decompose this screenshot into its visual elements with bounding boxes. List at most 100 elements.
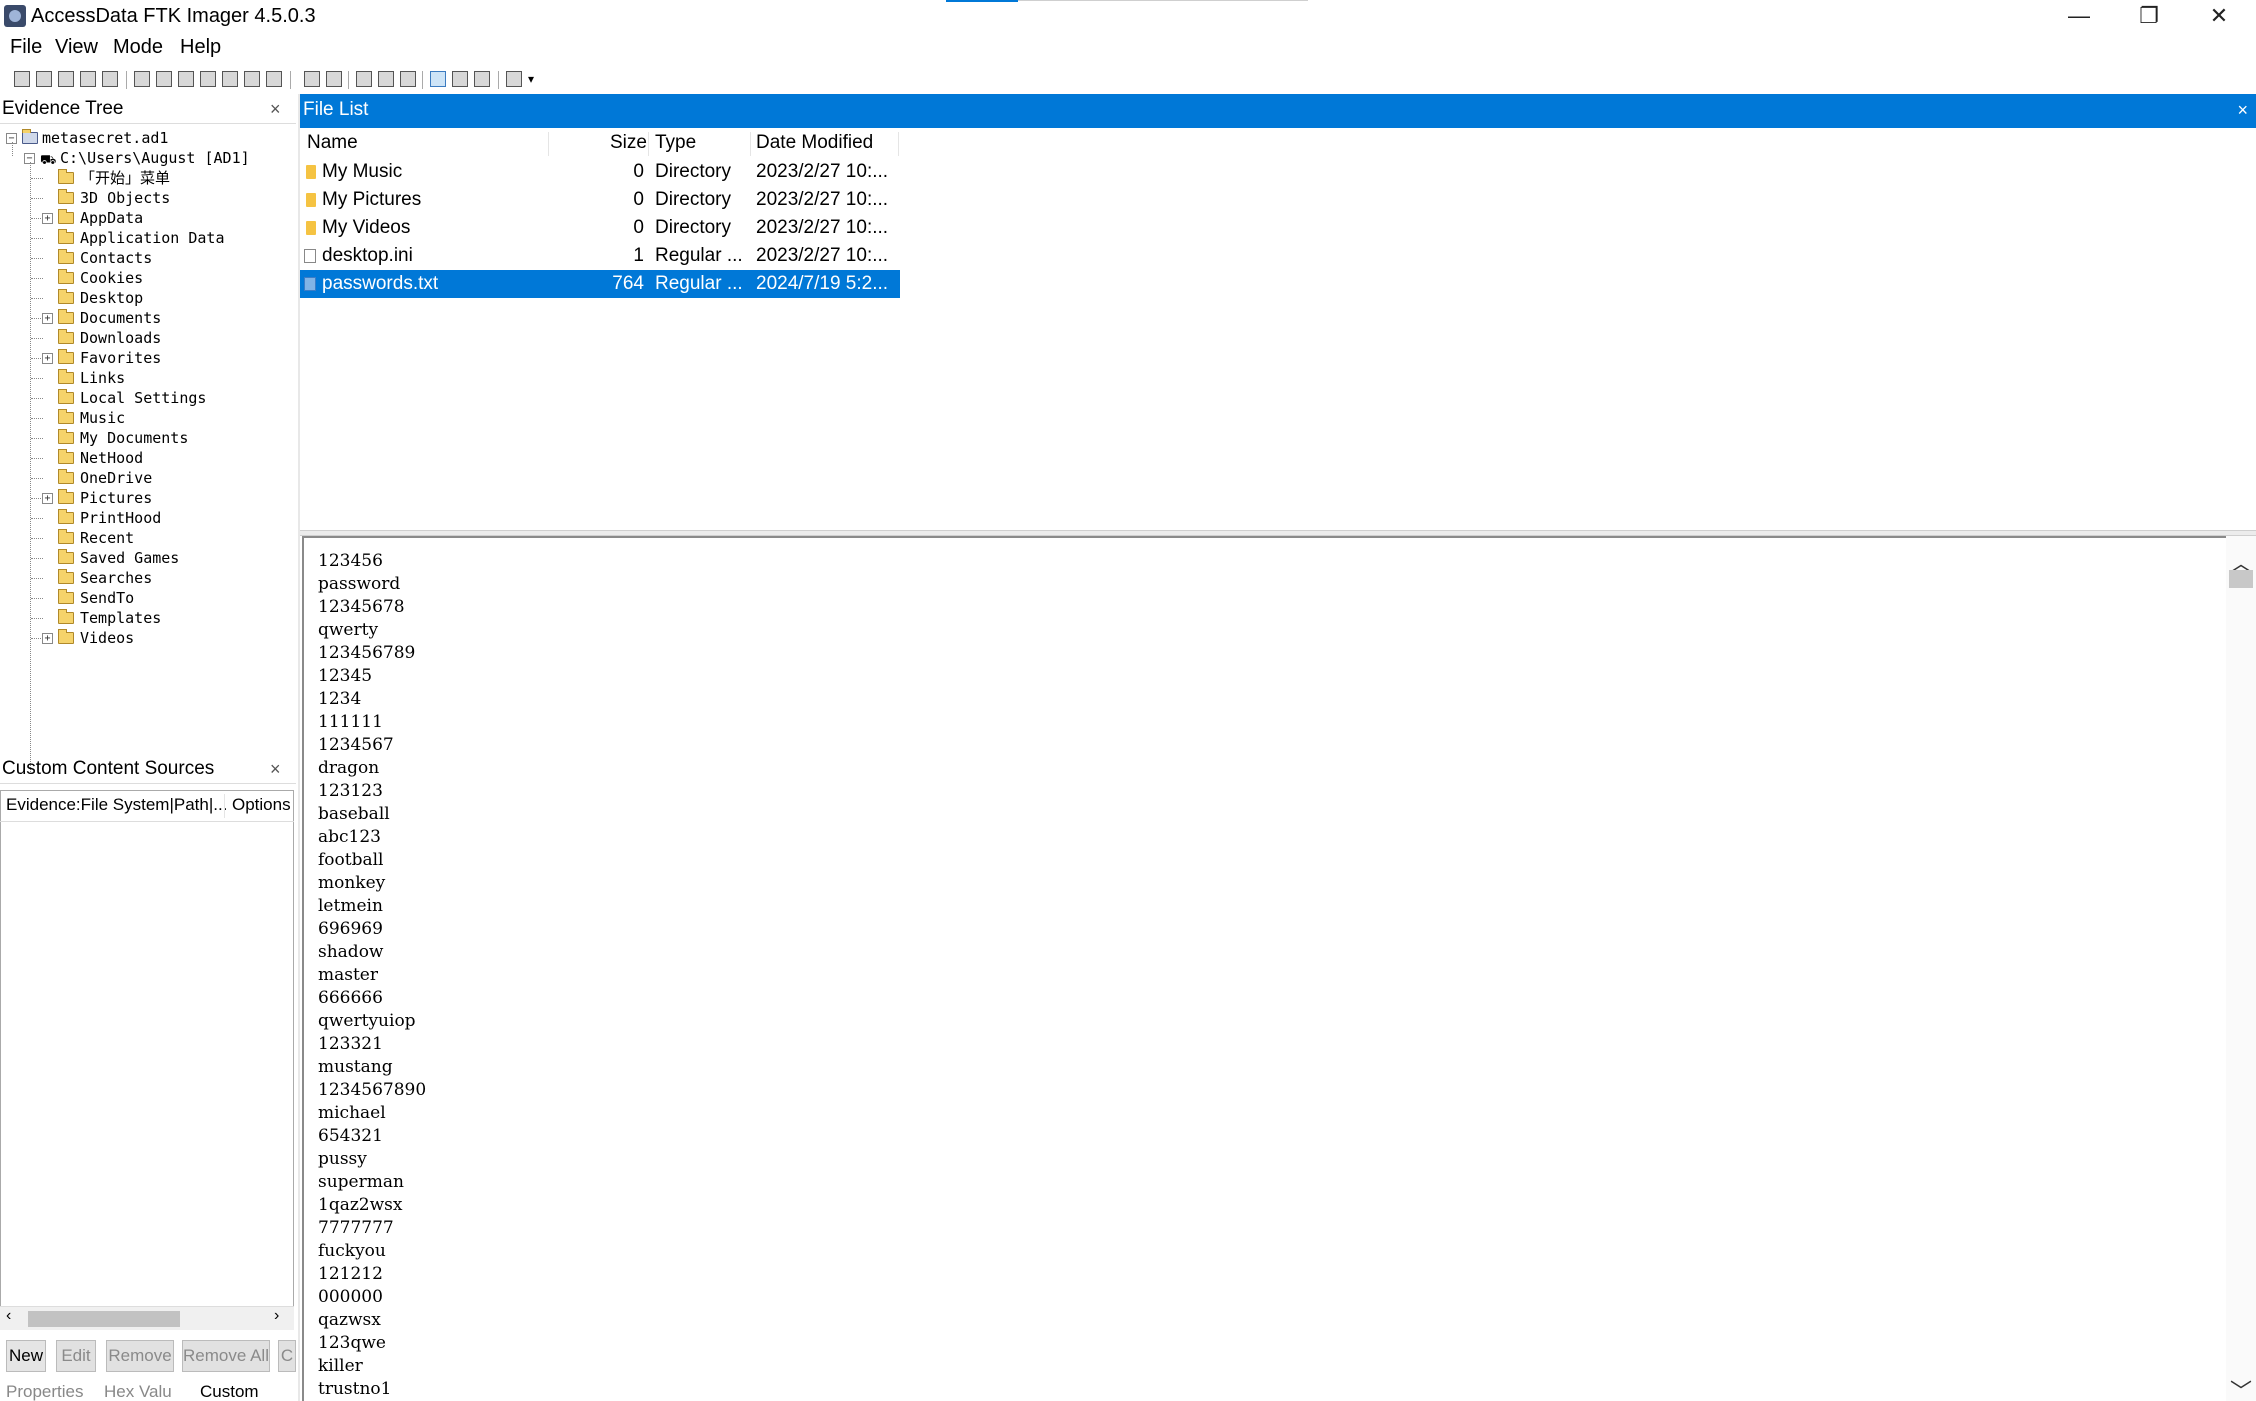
tree-item[interactable]: Desktop [0, 288, 296, 308]
tree-item[interactable]: My Documents [0, 428, 296, 448]
menu-help[interactable]: Help [180, 36, 221, 59]
tree-item[interactable]: + Documents [0, 308, 296, 328]
tree-item[interactable]: Local Settings [0, 388, 296, 408]
memory-capture-icon[interactable] [266, 71, 282, 87]
scroll-thumb[interactable] [28, 1311, 180, 1327]
tree-item[interactable]: + AppData [0, 208, 296, 228]
new-button[interactable]: New [6, 1340, 46, 1372]
tree-item[interactable]: Cookies [0, 268, 296, 288]
create-disk-image-icon[interactable] [134, 71, 150, 87]
tree-item[interactable]: 3D Objects [0, 188, 296, 208]
bottom-tabs: Properties Hex Valu Custom [0, 1380, 296, 1401]
tree-item[interactable]: Templates [0, 608, 296, 628]
remove-button[interactable]: Remove [106, 1340, 174, 1372]
tree-item[interactable]: Downloads [0, 328, 296, 348]
scroll-down-icon[interactable]: ﹀ [2230, 1374, 2252, 1401]
tree-item[interactable]: PrintHood [0, 508, 296, 528]
scroll-thumb[interactable] [2229, 570, 2253, 588]
file-row[interactable]: My Videos 0 Directory 2023/2/27 10:... [300, 214, 900, 242]
folder-icon [58, 389, 74, 404]
add-all-evidence-icon[interactable] [36, 71, 52, 87]
menu-view[interactable]: View [55, 36, 98, 59]
col-options[interactable]: Options [232, 795, 291, 815]
restore-button[interactable]: ❐ [2114, 0, 2184, 34]
col-name[interactable]: Name [307, 132, 358, 154]
tree-connector [31, 178, 43, 179]
tree-item[interactable]: OneDrive [0, 468, 296, 488]
file-row[interactable]: desktop.ini 1 Regular ... 2023/2/27 10:... [300, 242, 900, 270]
tree-item[interactable]: Music [0, 408, 296, 428]
create-custom-image-icon[interactable] [222, 71, 238, 87]
file-row[interactable]: My Music 0 Directory 2023/2/27 10:... [300, 158, 900, 186]
close-button[interactable]: ✕ [2184, 0, 2254, 34]
toggle-view-icon[interactable] [430, 71, 446, 87]
expand-icon[interactable]: + [42, 633, 53, 644]
tree-item-label: NetHood [80, 449, 144, 467]
text-line: 7777777 [318, 1218, 394, 1238]
tab-hex-value[interactable]: Hex Valu [104, 1382, 172, 1401]
tree-item[interactable]: SendTo [0, 588, 296, 608]
edit-button[interactable]: Edit [56, 1340, 96, 1372]
tree-node-path[interactable]: − ⛟ C:\Users\August [AD1] [0, 148, 296, 168]
chevron-down-icon[interactable]: ▾ [528, 72, 534, 86]
export-files-icon[interactable] [304, 71, 320, 87]
export-logical-image-icon[interactable] [178, 71, 194, 87]
viewer-vscroll[interactable]: ︿ ﹀ [2226, 536, 2256, 1401]
tree-item[interactable]: + Videos [0, 628, 296, 648]
col-date[interactable]: Date Modified [756, 132, 873, 154]
evidence-tree-close-icon[interactable]: × [270, 99, 281, 120]
tree-item[interactable]: Links [0, 368, 296, 388]
remove-all-evidence-icon[interactable] [102, 71, 118, 87]
tab-custom[interactable]: Custom [200, 1382, 259, 1401]
scroll-left-icon[interactable]: ‹ [6, 1307, 11, 1325]
scroll-right-icon[interactable]: › [274, 1307, 279, 1325]
folder-icon [306, 193, 316, 207]
expand-icon[interactable]: + [42, 353, 53, 364]
col-type[interactable]: Type [655, 132, 696, 154]
tree-item[interactable]: 「开始」菜单 [0, 168, 296, 188]
tree-node-root[interactable]: − metasecret.ad1 [0, 128, 296, 148]
add-to-custom-content-icon[interactable] [200, 71, 216, 87]
text-view-icon[interactable] [474, 71, 490, 87]
remove-all-button[interactable]: Remove All [182, 1340, 270, 1372]
custom-sources-hscroll[interactable]: ‹ › [0, 1306, 294, 1330]
image-mounting-icon[interactable] [58, 71, 74, 87]
help-icon[interactable] [506, 71, 522, 87]
file-row[interactable]: passwords.txt 764 Regular ... 2024/7/19 5:2… [300, 270, 900, 298]
decrypt-icon[interactable] [244, 71, 260, 87]
col-size[interactable]: Size [610, 132, 647, 154]
tree-item[interactable]: Recent [0, 528, 296, 548]
tree-item[interactable]: Searches [0, 568, 296, 588]
tree-item[interactable]: Application Data [0, 228, 296, 248]
view-text-icon[interactable] [378, 71, 394, 87]
export-disk-image-icon[interactable] [156, 71, 172, 87]
tab-properties[interactable]: Properties [6, 1382, 83, 1401]
file-content-viewer[interactable]: 123456 password 12345678 qwerty 123456789 123… [302, 536, 2226, 1401]
text-line: 1234567890 [318, 1080, 427, 1100]
tree-item[interactable]: NetHood [0, 448, 296, 468]
tree-item[interactable]: + Pictures [0, 488, 296, 508]
expand-icon[interactable]: + [42, 313, 53, 324]
view-hex-icon[interactable] [400, 71, 416, 87]
create-image-button[interactable]: C [278, 1340, 296, 1372]
menu-mode[interactable]: Mode [113, 36, 163, 59]
tree-connector [31, 618, 43, 619]
tree-item[interactable]: Saved Games [0, 548, 296, 568]
minimize-button[interactable]: — [2044, 0, 2114, 34]
file-list-close-icon[interactable]: × [2237, 94, 2248, 126]
tree-item[interactable]: Contacts [0, 248, 296, 268]
text-file-icon [304, 277, 316, 291]
expand-icon[interactable]: + [42, 493, 53, 504]
custom-sources-close-icon[interactable]: × [270, 759, 281, 780]
view-auto-icon[interactable] [356, 71, 372, 87]
tree-item[interactable]: + Favorites [0, 348, 296, 368]
hex-view-icon[interactable] [452, 71, 468, 87]
file-row[interactable]: My Pictures 0 Directory 2023/2/27 10:... [300, 186, 900, 214]
add-evidence-icon[interactable] [14, 71, 30, 87]
export-hash-icon[interactable] [326, 71, 342, 87]
custom-sources-list[interactable] [0, 790, 294, 1330]
expand-icon[interactable]: + [42, 213, 53, 224]
col-evidence[interactable]: Evidence:File System|Path|... [6, 795, 227, 815]
menu-file[interactable]: File [10, 36, 42, 59]
remove-evidence-icon[interactable] [80, 71, 96, 87]
